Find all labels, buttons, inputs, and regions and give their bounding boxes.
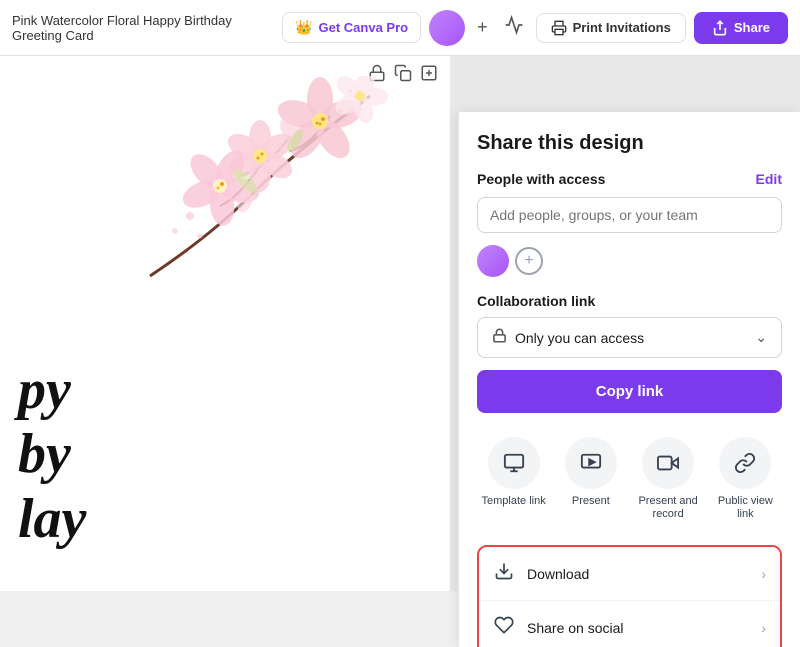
public-view-label: Public view link xyxy=(711,495,780,521)
people-input[interactable] xyxy=(477,197,782,233)
download-chevron: › xyxy=(761,566,766,582)
present-label: Present xyxy=(572,495,610,508)
present-record-label: Present and record xyxy=(634,495,703,521)
share-social-chevron: › xyxy=(761,620,766,636)
edit-access-link[interactable]: Edit xyxy=(756,171,782,187)
share-icon xyxy=(712,20,728,36)
access-dropdown[interactable]: Only you can access ⌄ xyxy=(477,317,782,358)
chevron-down-icon: ⌄ xyxy=(755,329,767,346)
share-button[interactable]: Share xyxy=(694,12,788,44)
download-icon xyxy=(493,561,515,586)
topbar-title: Pink Watercolor Floral Happy Birthday Gr… xyxy=(12,13,274,43)
share-panel: Share this design People with access Edi… xyxy=(458,112,800,647)
canva-pro-button[interactable]: 👑 Get Canva Pro xyxy=(282,12,421,43)
share-social-icon xyxy=(493,615,515,640)
canvas-area: py by lay Share this design People with … xyxy=(0,56,800,591)
stats-icon xyxy=(504,15,524,35)
people-access-label: People with access xyxy=(477,171,605,187)
share-option-present-record[interactable]: Present and record xyxy=(632,433,705,525)
template-link-icon xyxy=(488,437,540,489)
print-invitations-button[interactable]: Print Invitations xyxy=(536,13,686,43)
download-label: Download xyxy=(527,566,749,582)
crown-icon: 👑 xyxy=(295,19,312,36)
share-option-template-link[interactable]: Template link xyxy=(477,433,550,525)
card-text: py by lay xyxy=(18,358,86,551)
floral-illustration xyxy=(90,76,430,356)
print-icon xyxy=(551,20,567,36)
add-button[interactable]: + xyxy=(473,13,492,42)
share-panel-title: Share this design xyxy=(477,132,782,155)
share-social-action[interactable]: Share on social › xyxy=(479,601,780,647)
copy-link-button[interactable]: Copy link xyxy=(477,370,782,413)
avatar-button[interactable] xyxy=(429,10,465,46)
share-option-public-view[interactable]: Public view link xyxy=(709,433,782,525)
people-access-row: People with access Edit xyxy=(477,171,782,187)
action-list: Download › Share on social › Print xyxy=(477,545,782,647)
access-label: Only you can access xyxy=(515,330,747,346)
add-person-button[interactable]: + xyxy=(515,247,543,275)
collab-label: Collaboration link xyxy=(477,293,782,309)
present-icon xyxy=(565,437,617,489)
template-link-label: Template link xyxy=(482,495,546,508)
design-canvas[interactable]: py by lay xyxy=(0,56,450,591)
lock-icon xyxy=(492,328,507,347)
user-avatar xyxy=(477,245,509,277)
present-record-icon xyxy=(642,437,694,489)
share-social-label: Share on social xyxy=(527,620,749,636)
avatars-row: + xyxy=(477,245,782,277)
public-view-icon xyxy=(719,437,771,489)
avatar xyxy=(429,10,465,46)
stats-button[interactable] xyxy=(500,11,528,44)
share-options-grid: Template link Present Present and record xyxy=(477,433,782,525)
share-option-present[interactable]: Present xyxy=(554,433,627,525)
topbar: Pink Watercolor Floral Happy Birthday Gr… xyxy=(0,0,800,56)
download-action[interactable]: Download › xyxy=(479,547,780,601)
